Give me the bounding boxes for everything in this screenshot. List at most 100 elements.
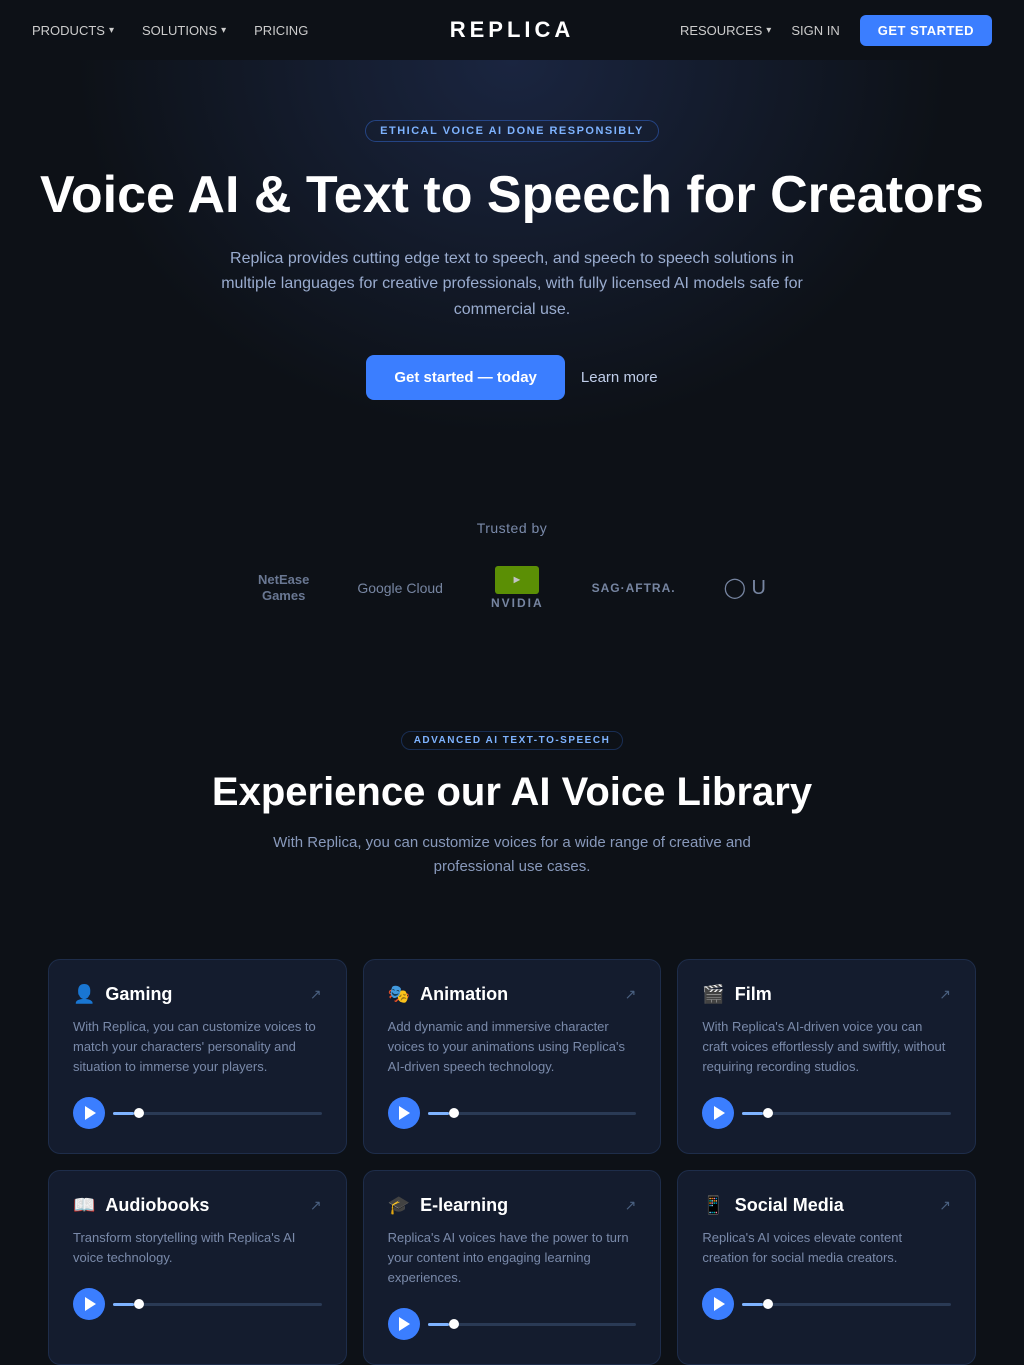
audiobooks-progress-fill [113, 1303, 134, 1306]
google-cloud-logo: Google Cloud [357, 580, 443, 596]
social-media-progress-fill [742, 1303, 763, 1306]
film-progress-dot [763, 1108, 773, 1118]
animation-player [388, 1097, 637, 1129]
film-progress-fill [742, 1112, 763, 1115]
audiobooks-progress-dot [134, 1299, 144, 1309]
gaming-card: 👤 Gaming ↗ With Replica, you can customi… [48, 959, 347, 1154]
chevron-down-icon: ▾ [221, 25, 226, 36]
animation-external-link[interactable]: ↗ [625, 986, 637, 1003]
elearning-external-link[interactable]: ↗ [625, 1197, 637, 1214]
netease-logo: NetEaseGames [258, 572, 309, 603]
elearning-progress-fill [428, 1323, 449, 1326]
social-media-icon: 📱 [702, 1195, 724, 1216]
hero-section: ETHICAL VOICE AI DONE RESPONSIBLY Voice … [0, 60, 1024, 500]
voice-library-section: ADVANCED AI TEXT-TO-SPEECH Experience ou… [0, 730, 1024, 959]
animation-progress-bar[interactable] [428, 1112, 637, 1115]
film-player [702, 1097, 951, 1129]
social-media-progress-bar[interactable] [742, 1303, 951, 1306]
nvidia-icon: ▶ [495, 566, 539, 594]
elearning-play-button[interactable] [388, 1308, 420, 1340]
sag-aftra-logo: SAG·AFTRA. [592, 581, 676, 595]
film-progress-bar[interactable] [742, 1112, 951, 1115]
gaming-progress-dot [134, 1108, 144, 1118]
social-media-card: 📱 Social Media ↗ Replica's AI voices ele… [677, 1170, 976, 1365]
audiobooks-progress-bar[interactable] [113, 1303, 322, 1306]
gaming-progress-fill [113, 1112, 134, 1115]
gaming-icon: 👤 [73, 984, 95, 1005]
social-media-player [702, 1288, 951, 1320]
elearning-progress-dot [449, 1319, 459, 1329]
hero-badge: ETHICAL VOICE AI DONE RESPONSIBLY [365, 120, 659, 142]
audiobooks-external-link[interactable]: ↗ [310, 1197, 322, 1214]
nav-left: PRODUCTS ▾ SOLUTIONS ▾ PRICING [32, 23, 308, 38]
film-icon: 🎬 [702, 984, 724, 1005]
audiobooks-title: Audiobooks [105, 1195, 209, 1216]
gaming-title: Gaming [105, 984, 172, 1005]
animation-card-header: 🎭 Animation ↗ [388, 984, 637, 1005]
film-play-button[interactable] [702, 1097, 734, 1129]
get-started-nav-button[interactable]: GET STARTED [860, 15, 992, 46]
chevron-down-icon: ▾ [766, 25, 771, 36]
audiobooks-play-button[interactable] [73, 1288, 105, 1320]
animation-progress-dot [449, 1108, 459, 1118]
film-external-link[interactable]: ↗ [939, 986, 951, 1003]
gaming-external-link[interactable]: ↗ [310, 986, 322, 1003]
nav-solutions[interactable]: SOLUTIONS ▾ [142, 23, 226, 38]
chevron-down-icon: ▾ [109, 25, 114, 36]
hero-heading: Voice AI & Text to Speech for Creators [32, 166, 992, 226]
get-started-today-button[interactable]: Get started — today [366, 355, 565, 400]
animation-description: Add dynamic and immersive character voic… [388, 1017, 637, 1077]
elearning-player [388, 1308, 637, 1340]
social-media-description: Replica's AI voices elevate content crea… [702, 1228, 951, 1268]
social-media-title: Social Media [735, 1195, 844, 1216]
gaming-card-header: 👤 Gaming ↗ [73, 984, 322, 1005]
social-media-card-header: 📱 Social Media ↗ [702, 1195, 951, 1216]
trusted-label: Trusted by [32, 520, 992, 536]
gaming-play-button[interactable] [73, 1097, 105, 1129]
audiobooks-card: 📖 Audiobooks ↗ Transform storytelling wi… [48, 1170, 347, 1365]
film-title: Film [735, 984, 772, 1005]
animation-card: 🎭 Animation ↗ Add dynamic and immersive … [363, 959, 662, 1154]
audiobooks-player [73, 1288, 322, 1320]
social-media-external-link[interactable]: ↗ [939, 1197, 951, 1214]
nvidia-logo: ▶ NVIDIA [491, 566, 544, 610]
trusted-section: Trusted by NetEaseGames Google Cloud ▶ N… [0, 500, 1024, 650]
animation-progress-fill [428, 1112, 449, 1115]
hero-subtext: Replica provides cutting edge text to sp… [202, 246, 822, 323]
unity-logo: ◯ U [724, 575, 766, 600]
nav-resources[interactable]: RESOURCES ▾ [680, 23, 771, 38]
voice-section-subtext: With Replica, you can customize voices f… [232, 831, 792, 879]
film-description: With Replica's AI-driven voice you can c… [702, 1017, 951, 1077]
animation-title: Animation [420, 984, 508, 1005]
nav-pricing[interactable]: PRICING [254, 23, 308, 38]
elearning-card: 🎓 E-learning ↗ Replica's AI voices have … [363, 1170, 662, 1365]
voice-cards-grid: 👤 Gaming ↗ With Replica, you can customi… [0, 959, 1024, 1365]
site-logo[interactable]: REPLICA [450, 17, 575, 43]
elearning-progress-bar[interactable] [428, 1323, 637, 1326]
nav-right: RESOURCES ▾ SIGN IN GET STARTED [680, 15, 992, 46]
social-media-progress-dot [763, 1299, 773, 1309]
sign-in-button[interactable]: SIGN IN [791, 23, 839, 38]
audiobooks-description: Transform storytelling with Replica's AI… [73, 1228, 322, 1268]
section-divider [0, 650, 1024, 730]
voice-section-badge: ADVANCED AI TEXT-TO-SPEECH [401, 731, 624, 750]
film-card-header: 🎬 Film ↗ [702, 984, 951, 1005]
animation-play-button[interactable] [388, 1097, 420, 1129]
animation-icon: 🎭 [388, 984, 410, 1005]
hero-buttons: Get started — today Learn more [32, 355, 992, 400]
elearning-card-header: 🎓 E-learning ↗ [388, 1195, 637, 1216]
nav-products[interactable]: PRODUCTS ▾ [32, 23, 114, 38]
gaming-player [73, 1097, 322, 1129]
audiobooks-icon: 📖 [73, 1195, 95, 1216]
trusted-logos: NetEaseGames Google Cloud ▶ NVIDIA SAG·A… [32, 566, 992, 610]
learn-more-button[interactable]: Learn more [581, 369, 658, 386]
elearning-description: Replica's AI voices have the power to tu… [388, 1228, 637, 1288]
voice-section-heading: Experience our AI Voice Library [32, 770, 992, 815]
navbar: PRODUCTS ▾ SOLUTIONS ▾ PRICING REPLICA R… [0, 0, 1024, 60]
elearning-icon: 🎓 [388, 1195, 410, 1216]
social-media-play-button[interactable] [702, 1288, 734, 1320]
audiobooks-card-header: 📖 Audiobooks ↗ [73, 1195, 322, 1216]
gaming-description: With Replica, you can customize voices t… [73, 1017, 322, 1077]
elearning-title: E-learning [420, 1195, 508, 1216]
gaming-progress-bar[interactable] [113, 1112, 322, 1115]
